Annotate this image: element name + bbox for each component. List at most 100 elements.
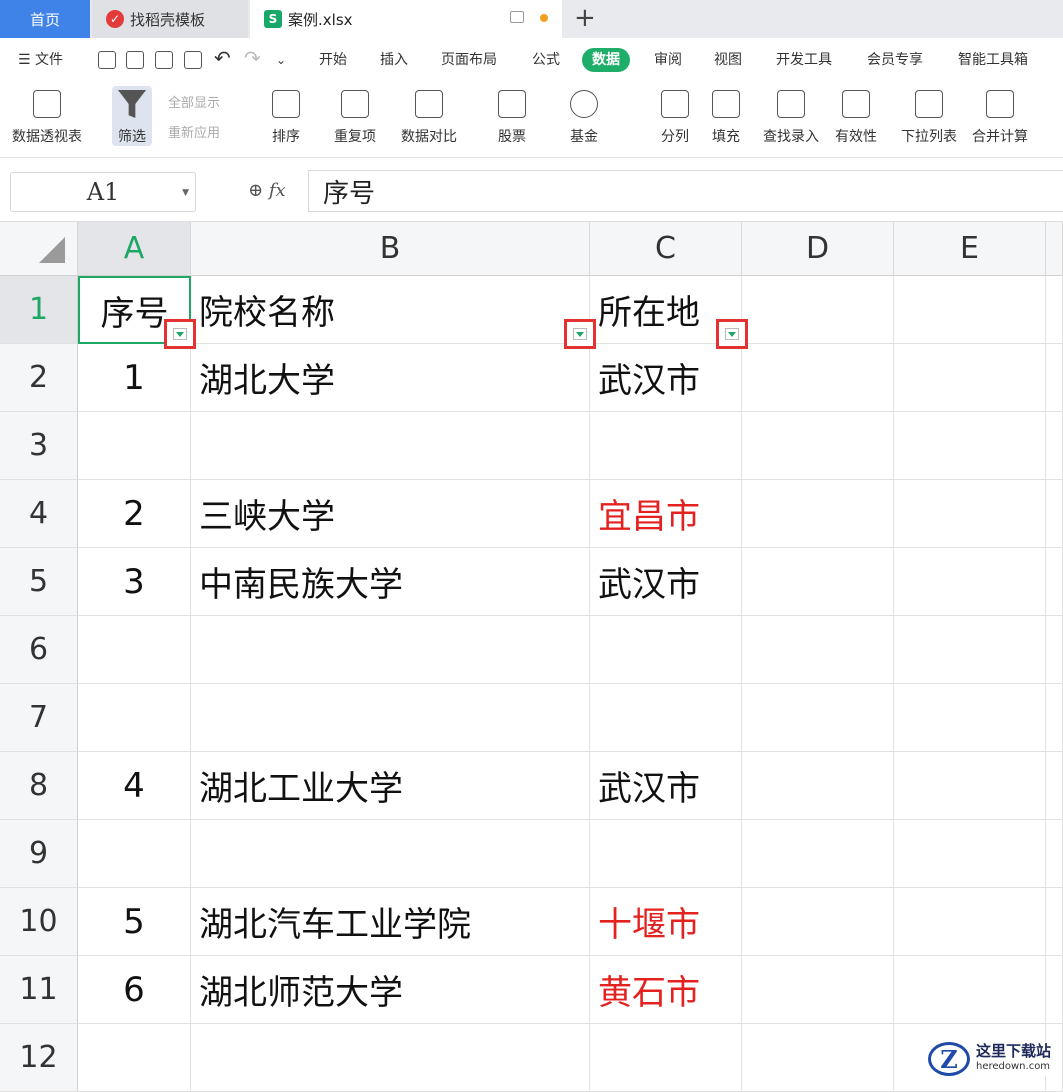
row-header[interactable]: 2 [0,344,78,412]
filter-button[interactable]: 筛选 [112,86,152,146]
cell-b3[interactable] [191,412,590,480]
cell-c12[interactable] [590,1024,742,1092]
cell-d6[interactable] [742,616,894,684]
cell-b7[interactable] [191,684,590,752]
menu-formula[interactable]: 公式 [532,48,560,72]
cell-f8[interactable] [1046,752,1063,820]
cell-f10[interactable] [1046,888,1063,956]
row-header[interactable]: 12 [0,1024,78,1092]
cell-f6[interactable] [1046,616,1063,684]
row-header[interactable]: 3 [0,412,78,480]
cell-a10[interactable]: 5 [78,888,191,956]
cell-a3[interactable] [78,412,191,480]
filter-dropdown-c[interactable] [716,319,748,349]
cell-a5[interactable]: 3 [78,548,191,616]
compare-button[interactable]: 数据对比 [401,86,457,146]
new-tab-icon[interactable]: + [574,3,596,33]
cell-e6[interactable] [894,616,1046,684]
cell-e1[interactable] [894,276,1046,344]
formula-input[interactable]: 序号 [308,170,1063,212]
undo-icon[interactable]: ↶ [214,46,231,70]
cell-f4[interactable] [1046,480,1063,548]
cell-d9[interactable] [742,820,894,888]
cell-e10[interactable] [894,888,1046,956]
cell-d5[interactable] [742,548,894,616]
show-all-button[interactable]: 全部显示 [168,92,220,111]
cell-d2[interactable] [742,344,894,412]
menu-data[interactable]: 数据 [582,48,630,72]
cell-a12[interactable] [78,1024,191,1092]
menu-member[interactable]: 会员专享 [867,48,923,72]
redo-icon[interactable]: ↷ [244,46,261,70]
column-header-e[interactable]: E [894,222,1046,276]
pivot-table-button[interactable]: 数据透视表 [12,86,82,146]
menu-review[interactable]: 审阅 [654,48,682,72]
cell-b6[interactable] [191,616,590,684]
cell-f1[interactable] [1046,276,1063,344]
cell-b2[interactable]: 湖北大学 [191,344,590,412]
cell-f3[interactable] [1046,412,1063,480]
duplicates-button[interactable]: 重复项 [334,86,376,146]
cell-e11[interactable] [894,956,1046,1024]
menu-page-layout[interactable]: 页面布局 [441,48,497,72]
cell-e3[interactable] [894,412,1046,480]
row-header[interactable]: 10 [0,888,78,956]
cell-d3[interactable] [742,412,894,480]
cell-d11[interactable] [742,956,894,1024]
menu-smart-tools[interactable]: 智能工具箱 [958,48,1028,72]
cell-f7[interactable] [1046,684,1063,752]
cell-a4[interactable]: 2 [78,480,191,548]
cell-b8[interactable]: 湖北工业大学 [191,752,590,820]
print-icon[interactable] [155,51,173,69]
column-header-f[interactable] [1046,222,1063,276]
cell-b10[interactable]: 湖北汽车工业学院 [191,888,590,956]
cell-a9[interactable] [78,820,191,888]
cell-c9[interactable] [590,820,742,888]
column-header-a[interactable]: A [78,222,191,276]
name-box[interactable]: A1 ▼ [10,172,196,212]
cell-a8[interactable]: 4 [78,752,191,820]
more-chevron-icon[interactable]: ⌄ [276,48,286,72]
cell-c2[interactable]: 武汉市 [590,344,742,412]
cell-d4[interactable] [742,480,894,548]
row-header[interactable]: 7 [0,684,78,752]
fund-button[interactable]: 基金 [570,86,598,146]
validity-button[interactable]: 有效性 [835,86,877,146]
cell-f11[interactable] [1046,956,1063,1024]
row-header[interactable]: 9 [0,820,78,888]
fx-icon[interactable]: fx [269,180,286,201]
cell-b11[interactable]: 湖北师范大学 [191,956,590,1024]
cell-f5[interactable] [1046,548,1063,616]
column-header-c[interactable]: C [590,222,742,276]
cell-b5[interactable]: 中南民族大学 [191,548,590,616]
menu-developer[interactable]: 开发工具 [776,48,832,72]
split-column-button[interactable]: 分列 [661,86,689,146]
column-header-b[interactable]: B [191,222,590,276]
row-header[interactable]: 5 [0,548,78,616]
cell-e7[interactable] [894,684,1046,752]
filter-dropdown-b[interactable] [564,319,596,349]
menu-view[interactable]: 视图 [714,48,742,72]
print-preview-icon[interactable] [184,51,202,69]
cell-d1[interactable] [742,276,894,344]
cell-b12[interactable] [191,1024,590,1092]
cell-c8[interactable]: 武汉市 [590,752,742,820]
menu-file[interactable]: ☰ 文件 [18,48,63,72]
row-header[interactable]: 6 [0,616,78,684]
row-header[interactable]: 11 [0,956,78,1024]
sort-button[interactable]: 排序 [272,86,300,146]
cell-d12[interactable] [742,1024,894,1092]
cell-a2[interactable]: 1 [78,344,191,412]
filter-dropdown-a[interactable] [164,319,196,349]
cell-e2[interactable] [894,344,1046,412]
cell-c3[interactable] [590,412,742,480]
cell-c4[interactable]: 宜昌市 [590,480,742,548]
dropdown-list-button[interactable]: 下拉列表 [901,86,957,146]
fill-button[interactable]: 填充 [712,86,740,146]
cell-e8[interactable] [894,752,1046,820]
cell-f9[interactable] [1046,820,1063,888]
cell-d10[interactable] [742,888,894,956]
merge-calc-button[interactable]: 合并计算 [972,86,1028,146]
row-header[interactable]: 8 [0,752,78,820]
monitor-icon[interactable] [510,11,524,23]
